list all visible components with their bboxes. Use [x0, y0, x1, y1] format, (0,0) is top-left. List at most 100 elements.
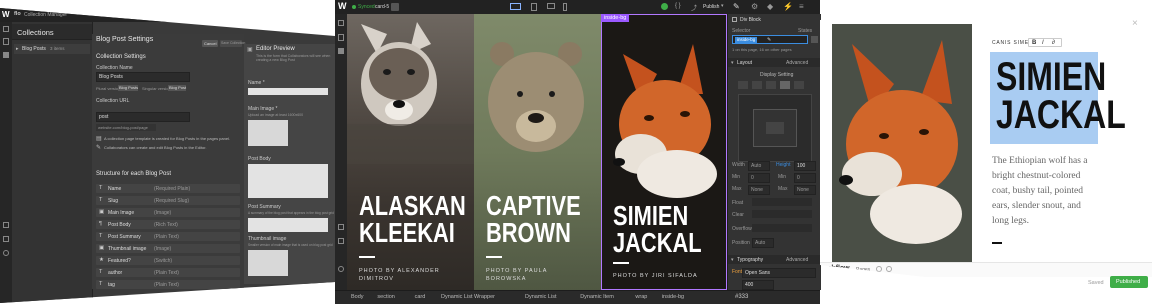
bold-button[interactable]: B	[1032, 40, 1036, 46]
height-input[interactable]: 100	[794, 161, 816, 171]
mobile-portrait-icon[interactable]	[563, 3, 567, 11]
field-row[interactable]: ¶ Post Body (Rich Text)	[96, 220, 240, 229]
close-icon[interactable]: ×	[1132, 18, 1138, 29]
desktop-view-icon[interactable]	[510, 3, 521, 10]
collection-item-blog-posts[interactable]: ▸ Blog Posts 3 items	[14, 44, 90, 54]
preview-name-input[interactable]	[248, 88, 328, 95]
field-row[interactable]: ▣ Main Image (Image)	[96, 208, 240, 217]
breadcrumb-item[interactable]: Dynamic Item	[580, 294, 614, 300]
width-input[interactable]: Auto	[748, 161, 770, 171]
webflow-logo-icon[interactable]: W	[338, 1, 347, 11]
plural-input[interactable]: Blog Posts	[118, 85, 138, 91]
preview-post-body-editor[interactable]	[248, 164, 328, 198]
min-height-input[interactable]: 0	[794, 173, 816, 183]
singular-input[interactable]: Blog Post	[168, 85, 186, 91]
padding-box[interactable]	[753, 109, 797, 147]
headline-selection[interactable]: SIMIEN JACKAL	[990, 52, 1126, 144]
gear-icon[interactable]: ⚙	[751, 2, 758, 11]
interactions-icon[interactable]: ⚡	[783, 2, 793, 11]
export-icon[interactable]: ⤴	[691, 3, 697, 12]
breadcrumb-item[interactable]: card	[415, 294, 426, 300]
settings-icon[interactable]	[3, 236, 9, 242]
breadcrumb-item[interactable]: inside-bg	[662, 294, 684, 300]
class-pill[interactable]: inside-bg	[735, 37, 758, 43]
save-collection-button[interactable]: Save Collection	[220, 40, 245, 47]
pages-icon[interactable]	[338, 34, 344, 41]
layout-section-header[interactable]: ▾ Layout Advanced	[728, 58, 821, 67]
settings-icon[interactable]	[338, 238, 344, 244]
max-height-input[interactable]: None	[794, 185, 816, 195]
collection-url-input[interactable]: post	[96, 112, 190, 122]
field-row[interactable]: ★ Featured? (Switch)	[96, 256, 240, 265]
add-element-icon[interactable]	[338, 20, 344, 26]
font-select[interactable]: Open Sans	[742, 268, 816, 278]
help-icon[interactable]	[3, 250, 9, 256]
field-row[interactable]: ▣ Thumbnail image (Image)	[96, 244, 240, 253]
settings-icon[interactable]	[886, 266, 892, 272]
display-inline-icon[interactable]	[766, 81, 776, 89]
pages-icon[interactable]	[3, 38, 9, 45]
breadcrumb-item[interactable]: section	[377, 294, 394, 300]
headline-text[interactable]: SIMIEN JACKAL	[996, 57, 1126, 135]
field-row[interactable]: T Slug (Required Slug)	[96, 196, 240, 205]
typography-section-header[interactable]: ▾ Typography Advanced	[728, 255, 821, 264]
field-row[interactable]: T Name (Required Plain)	[96, 184, 240, 193]
breadcrumb-item[interactable]: wrap	[635, 294, 647, 300]
mobile-landscape-icon[interactable]	[547, 3, 555, 9]
display-flex-icon[interactable]	[780, 81, 790, 89]
link-button[interactable]: ∂	[1052, 40, 1055, 46]
preview-eye-icon[interactable]	[391, 3, 399, 11]
display-block-icon[interactable]	[738, 81, 748, 89]
breadcrumb-item[interactable]: Body	[351, 294, 364, 300]
max-width-input[interactable]: None	[748, 185, 770, 195]
typography-advanced-toggle[interactable]: Advanced	[786, 257, 808, 263]
preview-thumb-dropzone[interactable]	[248, 250, 288, 276]
position-select[interactable]: Auto	[752, 238, 774, 248]
code-icon[interactable]: { }	[675, 3, 681, 9]
pages-link[interactable]: Pages	[856, 267, 870, 273]
italic-button[interactable]: I	[1042, 40, 1044, 46]
min-width-input[interactable]: 0	[748, 173, 770, 183]
navigator-icon[interactable]	[3, 222, 9, 228]
brush-icon[interactable]: ✎	[733, 2, 740, 11]
states-dropdown[interactable]	[811, 36, 818, 43]
drop-icon[interactable]: ◆	[767, 2, 773, 11]
field-row[interactable]: Tauthor (Plain Text)	[96, 268, 240, 277]
publish-button[interactable]: Publish	[703, 4, 719, 10]
collection-name-input[interactable]: Blog Posts	[96, 72, 190, 82]
field-row[interactable]: T Post Summary (Plain Text)	[96, 232, 240, 241]
help-icon[interactable]	[338, 266, 344, 272]
add-panel-icon[interactable]	[3, 26, 9, 32]
publish-chevron-down-icon[interactable]: ▾	[721, 3, 724, 9]
breadcrumb-item[interactable]: Dynamic List Wrapper	[441, 294, 495, 300]
display-none-icon[interactable]	[794, 81, 804, 89]
states-label[interactable]: States	[798, 28, 812, 34]
breadcrumb-item[interactable]: Dynamic List	[525, 294, 556, 300]
clear-buttons[interactable]	[752, 210, 812, 218]
webflow-logo-icon[interactable]: W	[2, 10, 10, 19]
preview-image-dropzone[interactable]	[248, 120, 288, 146]
selector-input[interactable]: inside-bg ✎	[732, 35, 808, 44]
cancel-button[interactable]: Cancel	[202, 40, 218, 47]
preview-post-summary-input[interactable]	[248, 218, 328, 232]
collections-icon[interactable]	[876, 266, 882, 272]
overflow-buttons[interactable]	[752, 224, 812, 232]
card-alaskan-kleekai[interactable]: ALASKAN KLEEKAI PHOTO BY ALEXANDER DIMIT…	[347, 14, 474, 290]
float-buttons[interactable]	[752, 198, 812, 206]
cms-icon[interactable]	[338, 48, 344, 54]
cms-icon[interactable]	[3, 52, 9, 58]
box-model-editor[interactable]	[738, 94, 812, 162]
field-row[interactable]: Ttag (Plain Text)	[96, 280, 240, 289]
display-inline-block-icon[interactable]	[752, 81, 762, 89]
tablet-view-icon[interactable]	[531, 3, 537, 11]
layout-advanced-toggle[interactable]: Advanced	[786, 60, 808, 66]
layers-icon[interactable]: ≡	[799, 2, 804, 11]
published-button[interactable]: Published	[1110, 276, 1148, 288]
edit-class-icon[interactable]: ✎	[767, 37, 771, 43]
navigator-icon[interactable]	[338, 224, 344, 230]
selected-element-tag[interactable]: inside-bg	[601, 14, 630, 22]
weight-select[interactable]: 400	[742, 280, 774, 290]
card-captive-brown[interactable]: CAPTIVE BROWN PHOTO BY PAULA BOROWSKA	[474, 14, 601, 290]
body-text[interactable]: The Ethiopian wolf has a bright chestnut…	[992, 154, 1088, 229]
card-simien-jackal[interactable]: inside-bg SIMIEN JACKAL PHOTO BY JIRI SI…	[601, 14, 727, 290]
